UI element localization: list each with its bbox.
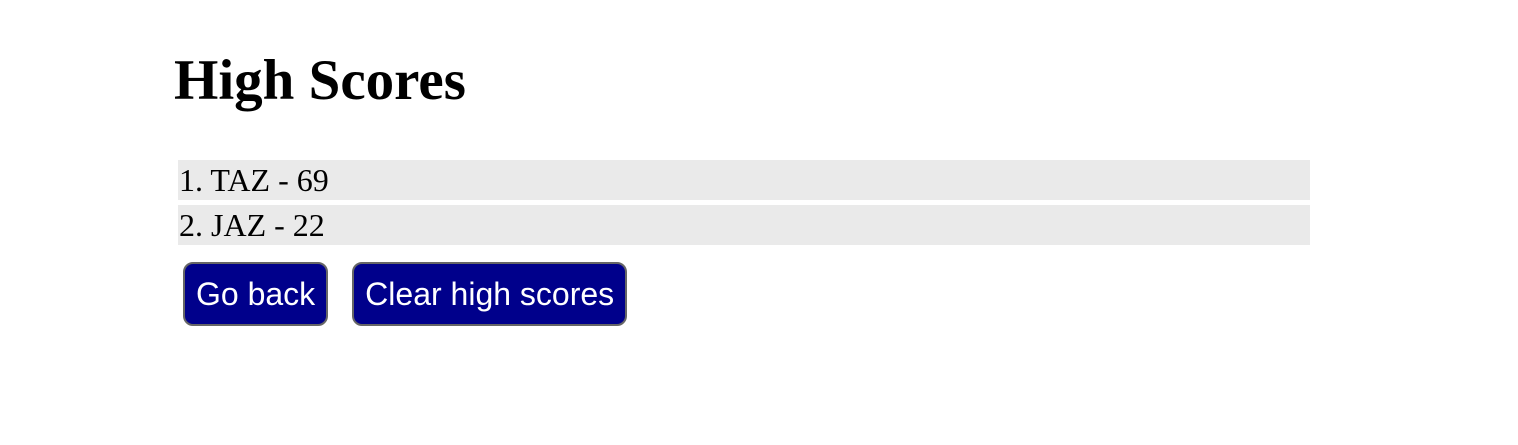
button-row: Go back Clear high scores	[183, 262, 628, 326]
score-item: 2. JAZ - 22	[178, 205, 1310, 245]
clear-high-scores-button[interactable]: Clear high scores	[352, 262, 628, 326]
page-title: High Scores	[174, 49, 466, 112]
score-item: 1. TAZ - 69	[178, 160, 1310, 200]
high-scores-list: 1. TAZ - 69 2. JAZ - 22	[178, 160, 1310, 250]
go-back-button[interactable]: Go back	[183, 262, 329, 326]
